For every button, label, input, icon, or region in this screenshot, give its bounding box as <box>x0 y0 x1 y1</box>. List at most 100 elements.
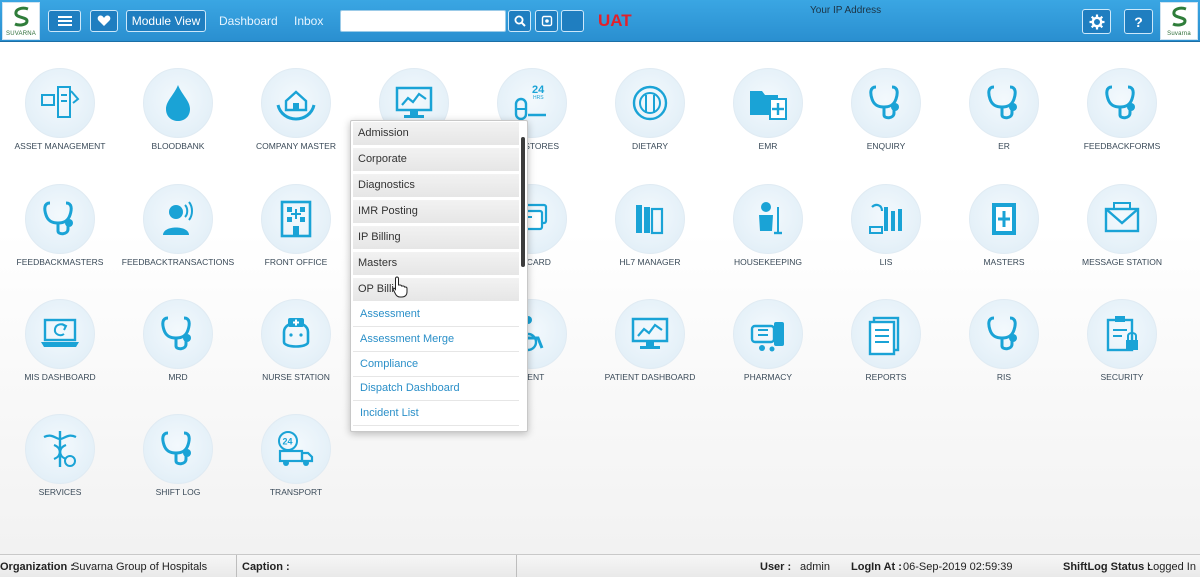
module-icon-circle[interactable] <box>615 184 685 254</box>
module-label[interactable]: FRONT OFFICE <box>227 257 365 267</box>
divider <box>516 555 517 577</box>
module-tile-housekeeping[interactable]: HOUSEKEEPING <box>709 184 827 294</box>
dropdown-item-corporate[interactable]: Corporate <box>353 148 519 172</box>
module-icon-circle[interactable] <box>969 68 1039 138</box>
module-icon-circle[interactable] <box>733 68 803 138</box>
module-icon-circle[interactable] <box>969 184 1039 254</box>
module-tile-nurse-station[interactable]: NURSE STATION <box>237 299 355 409</box>
environment-label: UAT <box>598 11 632 30</box>
module-tile-enquiry[interactable]: ENQUIRY <box>827 68 945 178</box>
module-icon-circle[interactable] <box>851 184 921 254</box>
module-tile-security[interactable]: SECURITY <box>1063 299 1181 409</box>
bookmark-button[interactable] <box>535 10 558 32</box>
search-button[interactable] <box>508 10 531 32</box>
module-tile-mis-dashboard[interactable]: MIS DASHBOARD <box>1 299 119 409</box>
dropdown-item-dispatch-dashboard[interactable]: Dispatch Dashboard <box>353 377 519 401</box>
module-tile-shift-log[interactable]: SHIFT LOG <box>119 414 237 524</box>
module-icon-circle[interactable] <box>1087 68 1157 138</box>
blank-button[interactable] <box>561 10 584 32</box>
module-tile-mrd[interactable]: MRD <box>119 299 237 409</box>
stethoscope-icon <box>987 85 1017 120</box>
svg-text:HRS: HRS <box>533 95 544 101</box>
asset-icon <box>41 86 80 118</box>
suvarna-logo[interactable]: SUVARNA <box>2 2 40 40</box>
search-input[interactable] <box>340 10 506 32</box>
dropdown-item-compliance[interactable]: Compliance <box>353 353 519 377</box>
suvarna-logo-right[interactable]: Suvarna <box>1160 2 1198 40</box>
inbox-link[interactable]: Inbox <box>294 14 323 28</box>
top-bar: SUVARNA Module View Dashboard Inbox UAT … <box>0 0 1200 42</box>
module-icon-circle[interactable]: 24 <box>261 414 331 484</box>
module-icon-circle[interactable] <box>851 299 921 369</box>
module-icon-circle[interactable] <box>1087 299 1157 369</box>
module-tile-front-office[interactable]: FRONT OFFICE <box>237 184 355 294</box>
stethoscope-icon <box>161 431 191 466</box>
dropdown-item-assessment-merge[interactable]: Assessment Merge <box>353 328 519 352</box>
module-tile-masters[interactable]: MASTERS <box>945 184 1063 294</box>
module-label[interactable]: TRANSPORT <box>227 487 365 497</box>
module-tile-bloodbank[interactable]: BLOODBANK <box>119 68 237 178</box>
module-tile-emr[interactable]: EMR <box>709 68 827 178</box>
dropdown-item-incident-list[interactable]: Incident List <box>353 402 519 426</box>
module-tile-feedbackmasters[interactable]: FEEDBACKMASTERS <box>1 184 119 294</box>
help-button[interactable]: ? <box>1124 9 1153 34</box>
dashboard-link[interactable]: Dashboard <box>219 14 278 28</box>
module-tile-ris[interactable]: RIS <box>945 299 1063 409</box>
module-icon-circle[interactable] <box>143 299 213 369</box>
module-icon-circle[interactable] <box>969 299 1039 369</box>
module-tile-lis[interactable]: LIS <box>827 184 945 294</box>
module-tile-company-master[interactable]: COMPANY MASTER <box>237 68 355 178</box>
module-icon-circle[interactable] <box>143 414 213 484</box>
dropdown-item-admission[interactable]: Admission <box>353 122 519 146</box>
user-value: admin <box>800 561 830 573</box>
favorites-button[interactable] <box>90 10 118 32</box>
module-icon-circle[interactable] <box>733 184 803 254</box>
module-tile-asset-management[interactable]: ASSET MANAGEMENT <box>1 68 119 178</box>
module-icon-circle[interactable] <box>615 299 685 369</box>
module-icon-circle[interactable] <box>143 184 213 254</box>
hand-cursor-icon <box>392 276 408 298</box>
module-icon-circle[interactable] <box>143 68 213 138</box>
module-icon-circle[interactable] <box>261 184 331 254</box>
module-icon-circle[interactable] <box>25 414 95 484</box>
module-icon-circle[interactable] <box>261 299 331 369</box>
module-tile-message-station[interactable]: MESSAGE STATION <box>1063 184 1181 294</box>
module-tile-feedbacktransactions[interactable]: FEEDBACKTRANSACTIONS <box>119 184 237 294</box>
module-tile-services[interactable]: SERVICES <box>1 414 119 524</box>
module-tile-dietary[interactable]: DIETARY <box>591 68 709 178</box>
dropdown-item-op-billi[interactable]: OP Billi <box>353 278 519 302</box>
dropdown-item-diagnostics[interactable]: Diagnostics <box>353 174 519 198</box>
settings-button[interactable] <box>1082 9 1111 34</box>
module-icon-circle[interactable] <box>1087 184 1157 254</box>
module-tile-pharmacy[interactable]: PHARMACY <box>709 299 827 409</box>
menu-button[interactable] <box>48 10 81 32</box>
module-tile-transport[interactable]: 24 TRANSPORT <box>237 414 355 524</box>
dropdown-scrollbar[interactable] <box>521 137 525 267</box>
module-icon-circle[interactable] <box>733 299 803 369</box>
module-label[interactable]: NURSE STATION <box>227 372 365 382</box>
module-icon-circle[interactable] <box>25 68 95 138</box>
dropdown-item-assessment[interactable]: Assessment <box>353 303 519 327</box>
module-label[interactable]: MESSAGE STATION <box>1053 257 1191 267</box>
module-tile-feedbackforms[interactable]: FEEDBACKFORMS <box>1063 68 1181 178</box>
module-icon-circle[interactable] <box>615 68 685 138</box>
module-tile-hl7-manager[interactable]: HL7 MANAGER <box>591 184 709 294</box>
module-label[interactable]: SECURITY <box>1053 372 1191 382</box>
caption-label: Caption : <box>242 561 290 573</box>
module-tile-er[interactable]: ER <box>945 68 1063 178</box>
module-icon-circle[interactable] <box>25 299 95 369</box>
dropdown-item-masters[interactable]: Masters <box>353 252 519 276</box>
module-view-button[interactable]: Module View <box>126 10 206 32</box>
module-icon-circle[interactable] <box>261 68 331 138</box>
stethoscope-icon <box>1105 85 1135 120</box>
stethoscope-icon <box>43 201 73 236</box>
dropdown-item-ip-billing[interactable]: IP Billing <box>353 226 519 250</box>
module-label[interactable]: COMPANY MASTER <box>227 141 365 151</box>
module-tile-reports[interactable]: REPORTS <box>827 299 945 409</box>
module-tile-patient-dashboard[interactable]: PATIENT DASHBOARD <box>591 299 709 409</box>
module-icon-circle[interactable] <box>25 184 95 254</box>
ip-address-label: Your IP Address <box>810 5 882 16</box>
module-icon-circle[interactable] <box>851 68 921 138</box>
dropdown-item-imr-posting[interactable]: IMR Posting <box>353 200 519 224</box>
module-label[interactable]: FEEDBACKFORMS <box>1053 141 1191 151</box>
